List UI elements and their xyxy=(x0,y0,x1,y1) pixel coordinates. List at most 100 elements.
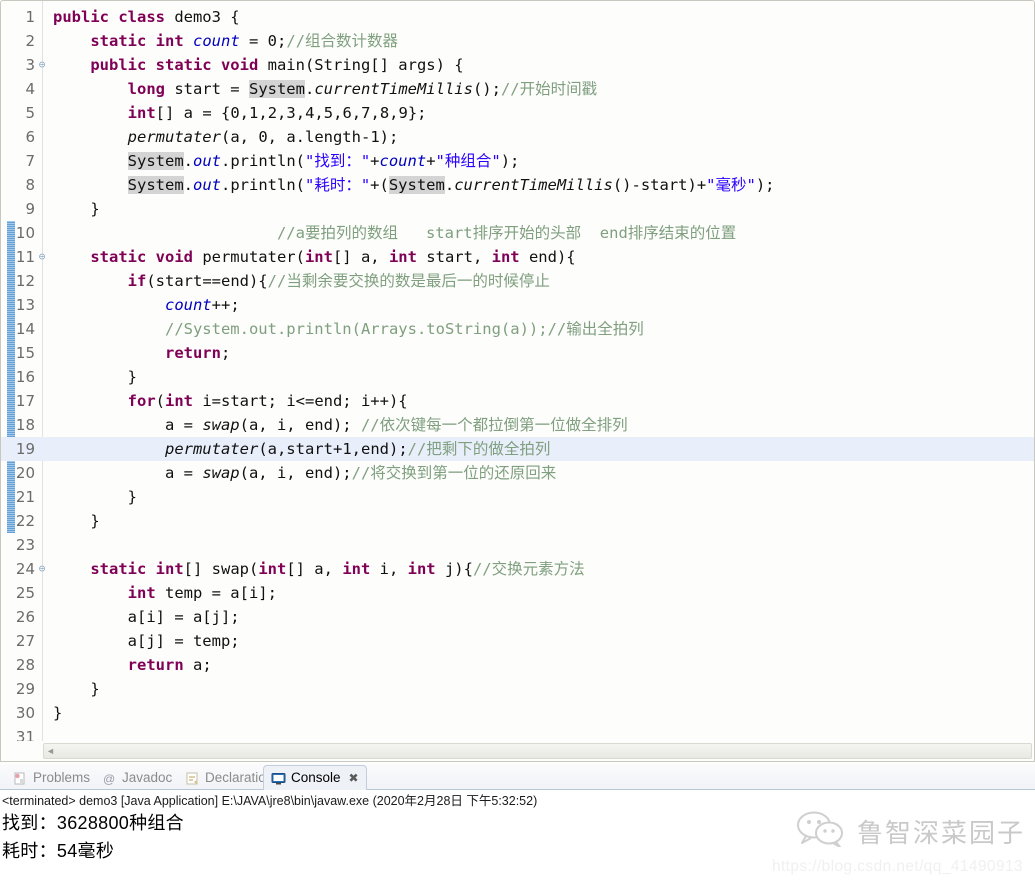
line-number: 9 xyxy=(25,200,35,218)
code-line[interactable]: 13· count++; xyxy=(1,293,1034,317)
code-line[interactable]: 14· //System.out.println(Arrays.toString… xyxy=(1,317,1034,341)
fold-placeholder: · xyxy=(35,485,49,509)
code-line-list[interactable]: 1·public class demo3 {2· static int coun… xyxy=(1,5,1034,741)
tab-problems[interactable]: Problems xyxy=(6,766,97,790)
code-line[interactable]: 29· } xyxy=(1,677,1034,701)
view-tab-bar[interactable]: Problems @ Javadoc Declaration Console ✖ xyxy=(0,764,1035,790)
code-line[interactable]: 20· a = swap(a, i, end);//将交换到第一位的还原回来 xyxy=(1,461,1034,485)
code-line[interactable]: 2· static int count = 0;//组合数计数器 xyxy=(1,29,1034,53)
fold-placeholder: · xyxy=(35,197,49,221)
code-line[interactable]: 24 ⊖ static int[] swap(int[] a, int i, in… xyxy=(1,557,1034,581)
code-text: public class demo3 { xyxy=(53,8,240,26)
code-text: permutater(a,start+1,end);//把剩下的做全拍列 xyxy=(164,440,551,458)
fold-placeholder: · xyxy=(35,629,49,653)
code-line[interactable]: 10· //a要拍列的数组 start排序开始的头部 end排序结束的位置 xyxy=(1,221,1034,245)
fold-placeholder: · xyxy=(35,317,49,341)
code-text: a[j] = temp; xyxy=(53,632,240,650)
code-line[interactable]: 17· for(int i=start; i<=end; i++){ xyxy=(1,389,1034,413)
code-text: } xyxy=(53,368,137,386)
code-line[interactable]: 6· permutater(a, 0, a.length-1); xyxy=(1,125,1034,149)
code-line[interactable]: 26· a[i] = a[j]; xyxy=(1,605,1034,629)
line-number: 19 xyxy=(15,440,35,458)
line-number: 2 xyxy=(25,32,35,50)
line-number: 21 xyxy=(15,488,35,506)
code-line[interactable]: 11 ⊖ static void permutater(int[] a, int … xyxy=(1,245,1034,269)
java-editor[interactable]: 1·public class demo3 {2· static int coun… xyxy=(0,0,1035,762)
code-line[interactable]: 22· } xyxy=(1,509,1034,533)
fold-placeholder: · xyxy=(35,125,49,149)
code-line[interactable]: 4· long start = System.currentTimeMillis… xyxy=(1,77,1034,101)
fold-placeholder: · xyxy=(35,77,49,101)
code-line[interactable]: 27· a[j] = temp; xyxy=(1,629,1034,653)
code-line[interactable]: 30·} xyxy=(1,701,1034,725)
fold-placeholder: · xyxy=(35,509,49,533)
line-number: 3 xyxy=(25,56,35,74)
fold-placeholder: · xyxy=(35,725,49,741)
code-text: //System.out.println(Arrays.toString(a))… xyxy=(164,320,644,338)
fold-placeholder: · xyxy=(35,173,49,197)
editor-horizontal-scrollbar[interactable]: ◄ xyxy=(43,743,1032,759)
fold-collapse-icon[interactable]: ⊖ xyxy=(35,53,49,77)
tab-label: Problems xyxy=(33,770,91,786)
line-number: 17 xyxy=(15,392,35,410)
fold-placeholder: · xyxy=(35,341,49,365)
line-number: 1 xyxy=(25,8,35,26)
tab-javadoc[interactable]: @ Javadoc xyxy=(95,766,179,790)
fold-placeholder: · xyxy=(35,605,49,629)
code-line[interactable]: 18· a = swap(a, i, end); //依次键每一个都拉倒第一位做… xyxy=(1,413,1034,437)
code-text: } xyxy=(53,704,63,722)
close-icon[interactable]: ✖ xyxy=(349,771,359,785)
code-text: static int[] swap(int[] a, int i, int j)… xyxy=(90,560,585,578)
problems-icon xyxy=(13,771,28,786)
console-output-line-1: 找到：3628800种组合 xyxy=(2,813,184,833)
tab-console[interactable]: Console ✖ xyxy=(263,765,367,790)
code-text: int[] a = {0,1,2,3,4,5,6,7,8,9}; xyxy=(127,104,427,122)
code-text: //a要拍列的数组 start排序开始的头部 end排序结束的位置 xyxy=(276,224,737,242)
fold-collapse-icon[interactable]: ⊖ xyxy=(35,245,49,269)
scroll-left-arrow[interactable]: ◄ xyxy=(46,745,55,757)
code-line[interactable]: 7· System.out.println("找到："+count+"种组合")… xyxy=(1,149,1034,173)
line-number: 25 xyxy=(15,584,35,602)
javadoc-icon: @ xyxy=(102,771,117,786)
code-text: } xyxy=(53,512,100,530)
code-line[interactable]: 9· } xyxy=(1,197,1034,221)
console-output-line-2: 耗时：54毫秒 xyxy=(2,841,115,861)
line-number: 15 xyxy=(15,344,35,362)
line-number: 13 xyxy=(15,296,35,314)
fold-placeholder: · xyxy=(35,437,49,461)
fold-placeholder: · xyxy=(35,677,49,701)
code-line[interactable]: 8· System.out.println("耗时："+(System.curr… xyxy=(1,173,1034,197)
fold-placeholder: · xyxy=(35,365,49,389)
code-line[interactable]: 15· return; xyxy=(1,341,1034,365)
code-line[interactable]: 16· } xyxy=(1,365,1034,389)
line-number: 30 xyxy=(15,704,35,722)
code-line[interactable]: 28· return a; xyxy=(1,653,1034,677)
fold-placeholder: · xyxy=(35,581,49,605)
code-line[interactable]: 12· if(start==end){//当剩余要交换的数是最后一的时候停止 xyxy=(1,269,1034,293)
code-line[interactable]: 5· int[] a = {0,1,2,3,4,5,6,7,8,9}; xyxy=(1,101,1034,125)
code-line[interactable]: 3 ⊖ public static void main(String[] args… xyxy=(1,53,1034,77)
line-number: 20 xyxy=(15,464,35,482)
fold-placeholder: · xyxy=(35,389,49,413)
code-area[interactable]: 1·public class demo3 {2· static int coun… xyxy=(1,1,1034,741)
code-line[interactable]: 19· permutater(a,start+1,end);//把剩下的做全拍列 xyxy=(1,437,1034,461)
code-line[interactable]: 31· xyxy=(1,725,1034,741)
line-number: 5 xyxy=(25,104,35,122)
line-number: 22 xyxy=(15,512,35,530)
svg-text:@: @ xyxy=(103,772,115,786)
fold-placeholder: · xyxy=(35,101,49,125)
console-icon xyxy=(271,771,286,786)
code-line[interactable]: 25· int temp = a[i]; xyxy=(1,581,1034,605)
console-view[interactable]: <terminated> demo3 [Java Application] E:… xyxy=(0,790,1035,885)
code-line[interactable]: 1·public class demo3 { xyxy=(1,5,1034,29)
code-text: return a; xyxy=(127,656,212,674)
code-line[interactable]: 23· xyxy=(1,533,1034,557)
code-text: if(start==end){//当剩余要交换的数是最后一的时候停止 xyxy=(127,272,550,290)
eclipse-ide-window: 1·public class demo3 {2· static int coun… xyxy=(0,0,1035,886)
console-process-label: <terminated> demo3 [Java Application] E:… xyxy=(2,794,538,808)
fold-placeholder: · xyxy=(35,533,49,557)
fold-placeholder: · xyxy=(35,149,49,173)
code-line[interactable]: 21· } xyxy=(1,485,1034,509)
code-text: static int count = 0;//组合数计数器 xyxy=(90,32,399,50)
fold-collapse-icon[interactable]: ⊖ xyxy=(35,557,49,581)
